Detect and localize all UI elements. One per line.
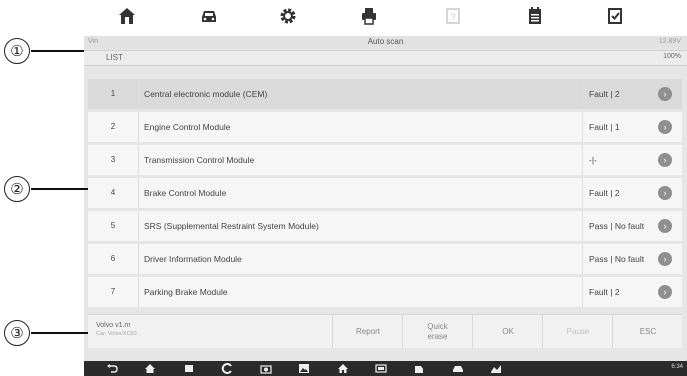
screenshot-icon[interactable] bbox=[605, 6, 625, 26]
chevron-right-icon[interactable]: › bbox=[658, 87, 672, 101]
module-number: 5 bbox=[88, 211, 139, 241]
vehicle-icon[interactable] bbox=[199, 6, 219, 26]
module-number: 3 bbox=[88, 145, 139, 175]
scan-progress: 100% bbox=[663, 53, 681, 60]
callout-1-leader bbox=[31, 50, 84, 52]
module-name: Parking Brake Module bbox=[144, 287, 228, 297]
module-row[interactable]: 2 Engine Control Module Fault | 1 › bbox=[88, 112, 682, 142]
callout-3-leader bbox=[31, 332, 88, 334]
top-toolbar: ? bbox=[88, 0, 687, 33]
vehicle-name: Volvo v1.m bbox=[96, 322, 131, 329]
module-row[interactable]: 7 Parking Brake Module Fault | 2 › bbox=[88, 277, 682, 307]
recent-apps-icon[interactable] bbox=[183, 363, 195, 374]
module-name: Brake Control Module bbox=[144, 188, 227, 198]
tools-nav-icon[interactable] bbox=[490, 363, 502, 374]
module-row[interactable]: 1 Central electronic module (CEM) Fault | … bbox=[88, 79, 682, 109]
callout-2-leader bbox=[31, 188, 88, 190]
module-number: 7 bbox=[88, 277, 139, 307]
autel-home-icon[interactable] bbox=[337, 363, 349, 374]
esc-button[interactable]: ESC bbox=[612, 315, 683, 348]
vehicle-subtitle: Car: Volvo/XC60 bbox=[96, 331, 137, 337]
chevron-right-icon[interactable]: › bbox=[658, 219, 672, 233]
ok-button[interactable]: OK bbox=[472, 315, 543, 348]
report-button[interactable]: Report bbox=[332, 315, 403, 348]
module-name: Engine Control Module bbox=[144, 122, 231, 132]
module-row[interactable]: 6 Driver Information Module Pass | No faul… bbox=[88, 244, 682, 274]
chevron-right-icon[interactable]: › bbox=[658, 153, 672, 167]
module-number: 1 bbox=[88, 79, 139, 109]
list-label: LIST bbox=[106, 53, 123, 62]
module-name: SRS (Supplemental Restraint System Modul… bbox=[144, 221, 319, 231]
list-header: LIST 100% bbox=[84, 50, 687, 66]
callout-1: ① bbox=[4, 38, 30, 64]
system-nav-bar: 6:34 bbox=[84, 361, 687, 376]
module-status: Fault | 2 bbox=[582, 79, 648, 109]
chevron-right-icon[interactable]: › bbox=[658, 120, 672, 134]
vci-status-icon[interactable] bbox=[375, 363, 387, 374]
title-bar: Vin Auto scan 12.89V bbox=[84, 36, 687, 49]
vci-icon[interactable] bbox=[221, 363, 233, 374]
module-name: Transmission Control Module bbox=[144, 155, 255, 165]
battery-voltage: 12.89V bbox=[658, 38, 681, 45]
chevron-right-icon[interactable]: › bbox=[658, 285, 672, 299]
datalog-icon[interactable] bbox=[525, 6, 545, 26]
vehicle-info: Volvo v1.m Car: Volvo/XC60 bbox=[96, 321, 137, 339]
scan-screen: Vin Auto scan 12.89V LIST 100% 1 Central … bbox=[84, 36, 687, 361]
status-clock: 6:34 bbox=[671, 364, 683, 370]
module-status: -|- bbox=[582, 145, 648, 175]
quick-erase-button[interactable]: Quick erase bbox=[402, 315, 472, 348]
pause-button[interactable]: Pause bbox=[542, 315, 613, 348]
callout-3: ③ bbox=[4, 320, 30, 346]
chevron-right-icon[interactable]: › bbox=[658, 252, 672, 266]
car-nav-icon[interactable] bbox=[452, 363, 464, 374]
module-status: Fault | 2 bbox=[582, 178, 648, 208]
back-icon[interactable] bbox=[106, 363, 118, 374]
module-name: Driver Information Module bbox=[144, 254, 242, 264]
module-number: 2 bbox=[88, 112, 139, 142]
page-title: Auto scan bbox=[367, 37, 404, 46]
module-name: Central electronic module (CEM) bbox=[144, 89, 268, 99]
gear-icon[interactable] bbox=[278, 6, 298, 26]
module-row[interactable]: 4 Brake Control Module Fault | 2 › bbox=[88, 178, 682, 208]
module-status: Pass | No fault bbox=[582, 244, 648, 274]
help-icon[interactable]: ? bbox=[443, 6, 463, 26]
module-row[interactable]: 3 Transmission Control Module -|- › bbox=[88, 145, 682, 175]
camera-icon[interactable] bbox=[260, 363, 272, 374]
callout-2: ② bbox=[4, 176, 30, 202]
module-status: Pass | No fault bbox=[582, 211, 648, 241]
svg-text:?: ? bbox=[450, 12, 455, 22]
home-icon[interactable] bbox=[117, 6, 137, 26]
chevron-right-icon[interactable]: › bbox=[658, 186, 672, 200]
print-icon[interactable] bbox=[359, 6, 379, 26]
module-status: Fault | 1 bbox=[582, 112, 648, 142]
home-nav-icon[interactable] bbox=[144, 363, 156, 374]
vehicle-nav-icon[interactable] bbox=[413, 363, 425, 374]
module-number: 6 bbox=[88, 244, 139, 274]
function-bar: Volvo v1.m Car: Volvo/XC60 Report Quick … bbox=[88, 314, 682, 348]
module-row[interactable]: 5 SRS (Supplemental Restraint System Modu… bbox=[88, 211, 682, 241]
module-number: 4 bbox=[88, 178, 139, 208]
module-status: Fault | 2 bbox=[582, 277, 648, 307]
image-icon[interactable] bbox=[298, 363, 310, 374]
